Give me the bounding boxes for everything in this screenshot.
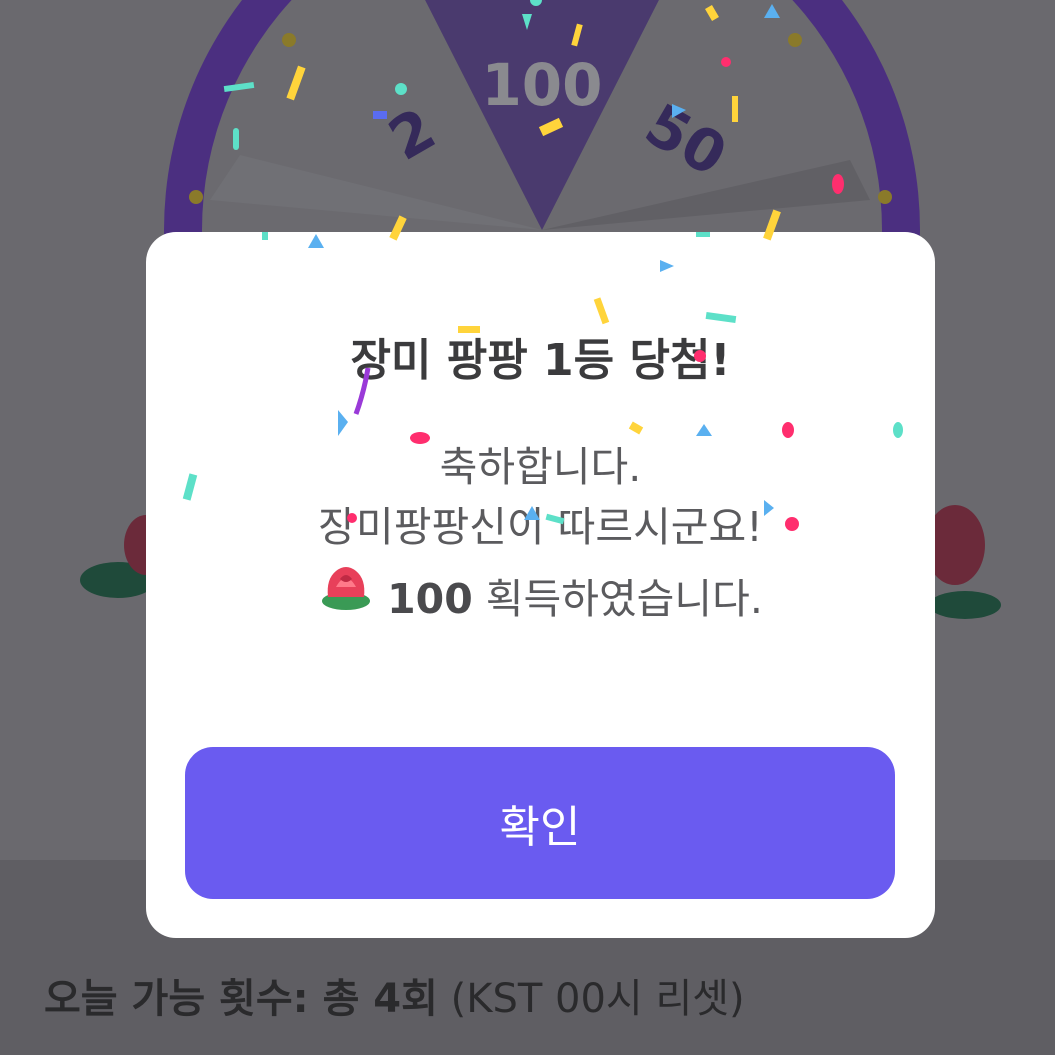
reward-line: 100 획득하였습니다.: [146, 557, 935, 629]
reset-note: (KST 00시 리셋): [450, 976, 745, 1022]
dialog-title: 장미 팡팡 1등 당첨!: [350, 335, 731, 386]
win-dialog: 장미 팡팡 1등 당첨! 축하합니다. 장미팡팡신이 따르시군요! 100 획득…: [146, 232, 935, 938]
confirm-button[interactable]: 확인: [185, 747, 895, 899]
reward-suffix: 획득하였습니다.: [485, 575, 763, 623]
rose-right-icon: [925, 505, 1001, 619]
message-line-luck: 장미팡팡신이 따르시군요!: [318, 503, 763, 551]
remaining-attempts-text: 오늘 가능 횟수: 총 4회 (KST 00시 리셋): [44, 966, 745, 1024]
reward-amount: 100: [387, 575, 473, 623]
message-line-congrats: 축하합니다.: [439, 443, 642, 491]
roulette-page: 2 100 50 오늘 가능 횟수: 총 4회 (KST 00시 리셋) 장미 …: [0, 0, 1055, 1055]
dialog-message: 축하합니다. 장미팡팡신이 따르시군요! 100 획득하였습니다.: [146, 437, 935, 629]
rose-icon: [322, 567, 371, 610]
attempts-label: 오늘 가능 횟수: 총 4회: [44, 976, 438, 1022]
wheel-label-100: 100: [481, 51, 602, 119]
